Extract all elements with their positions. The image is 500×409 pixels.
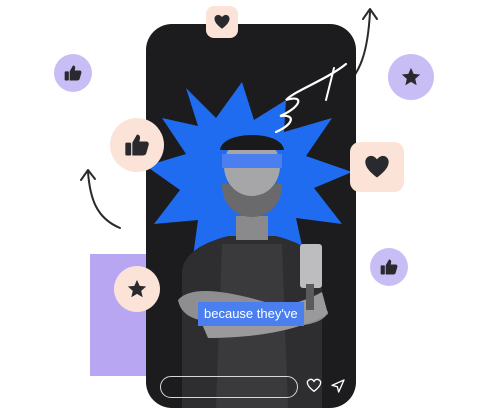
star-reaction-badge	[388, 54, 434, 100]
heart-reaction-badge	[206, 6, 238, 38]
chef-photo	[178, 135, 328, 408]
heart-icon[interactable]	[306, 378, 322, 394]
story-caption: because they've	[198, 302, 304, 326]
send-icon[interactable]	[330, 378, 346, 394]
heart-icon	[365, 155, 389, 178]
promo-illustration: because they've	[0, 0, 500, 409]
thumbs-up-icon	[64, 65, 82, 81]
thumbs-up-icon	[125, 134, 149, 156]
thumbs-up-reaction-badge	[370, 248, 408, 286]
story-phone-screen[interactable]: because they've	[146, 24, 356, 408]
heart-reaction-badge	[350, 142, 404, 192]
thumbs-up-reaction-badge	[110, 118, 164, 172]
star-icon	[127, 279, 147, 298]
curved-arrow-left-icon	[80, 169, 121, 229]
star-reaction-badge	[114, 266, 160, 312]
thumbs-up-reaction-badge	[54, 54, 92, 92]
star-icon	[401, 67, 421, 86]
thumbs-up-icon	[380, 259, 398, 275]
story-reply-input[interactable]	[160, 376, 298, 398]
heart-icon	[214, 14, 230, 29]
